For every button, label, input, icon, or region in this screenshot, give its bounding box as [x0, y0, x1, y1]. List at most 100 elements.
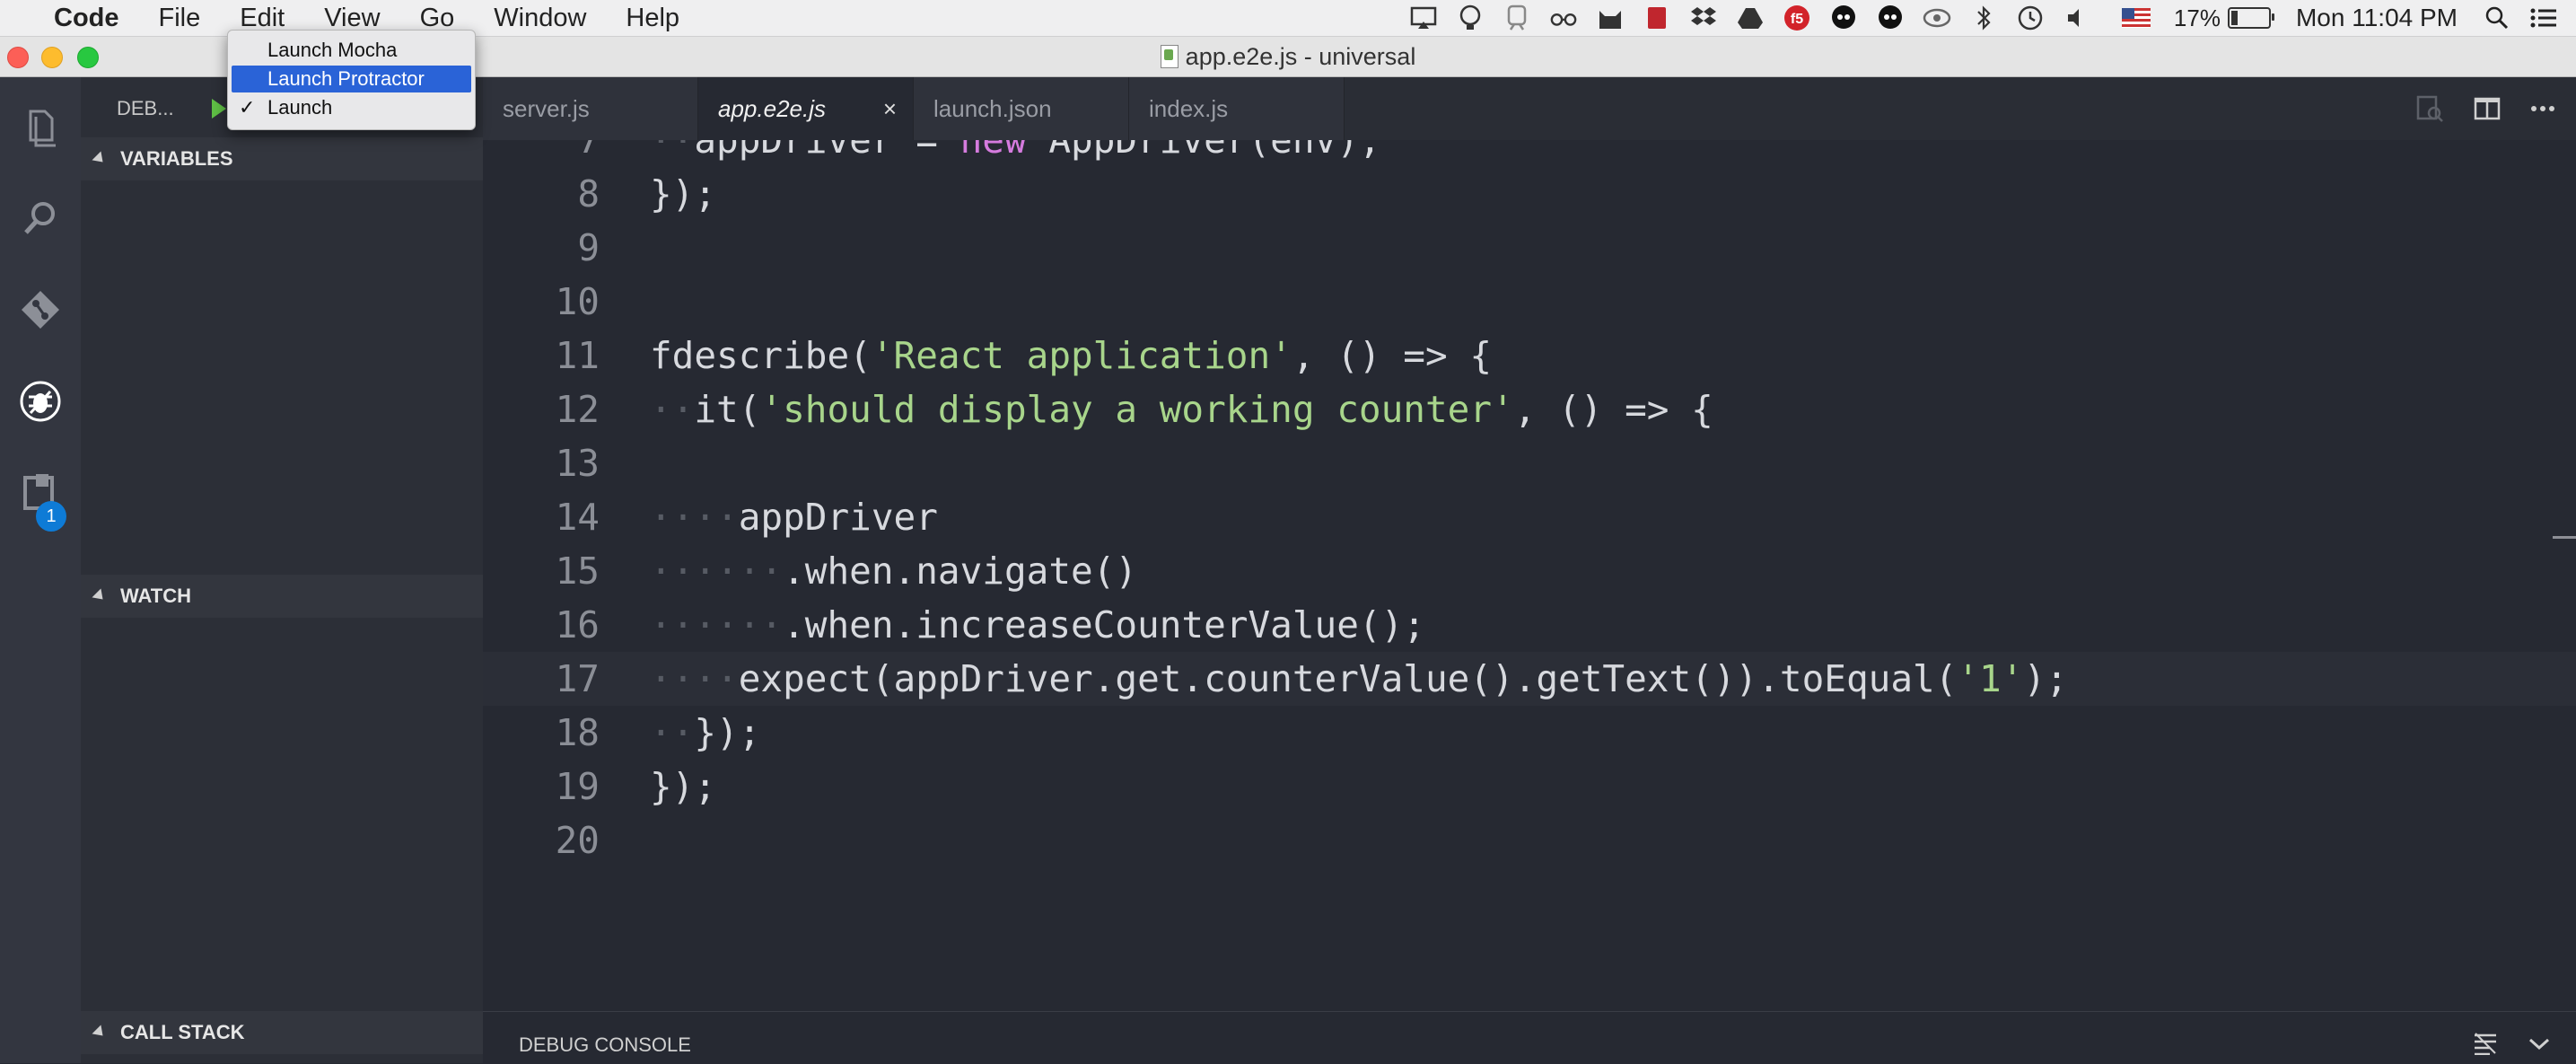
airplay-icon[interactable]: [1409, 4, 1438, 32]
clear-console-icon[interactable]: [2472, 1030, 2499, 1057]
whitespace-indicator: ······: [650, 603, 784, 646]
line-number: 18: [555, 711, 600, 754]
line-number: 19: [555, 765, 600, 808]
menu-edit[interactable]: Edit: [240, 4, 285, 33]
code-line[interactable]: 9: [483, 221, 2576, 275]
menu-app-name[interactable]: Code: [54, 4, 119, 33]
code-line[interactable]: 14 ····appDriver: [483, 490, 2576, 544]
code-token: expect(appDriver.get.counterValue().getT…: [738, 657, 1958, 700]
code-line[interactable]: 7 ··appDriver = new AppDriver(env);: [483, 140, 2576, 167]
glasses-icon[interactable]: [1549, 4, 1578, 32]
close-tab-icon[interactable]: ×: [883, 95, 897, 123]
watch-section-label: WATCH: [120, 585, 192, 607]
drive-icon[interactable]: [1736, 4, 1765, 32]
code-line[interactable]: 13: [483, 436, 2576, 490]
bulb-icon[interactable]: [1456, 4, 1485, 32]
menu-help[interactable]: Help: [626, 4, 679, 33]
line-number: 16: [555, 603, 600, 646]
spotlight-search-icon[interactable]: [2483, 4, 2511, 32]
menu-go[interactable]: Go: [420, 4, 455, 33]
search-icon[interactable]: [0, 178, 81, 259]
tab-index-js[interactable]: index.js: [1129, 77, 1345, 140]
extensions-icon[interactable]: 1: [0, 453, 81, 533]
line-number: 15: [555, 550, 600, 593]
debug-icon[interactable]: [0, 361, 81, 442]
wifi-eye-icon[interactable]: [1923, 4, 1951, 32]
hangouts-icon[interactable]: [1829, 4, 1858, 32]
code-token: , () => {: [1292, 334, 1493, 377]
menu-window[interactable]: Window: [494, 4, 586, 33]
line-number: 9: [577, 226, 600, 269]
code-editor[interactable]: 7 ··appDriver = new AppDriver(env); 8}); 9 1…: [483, 140, 2576, 1011]
code-line[interactable]: 16 ······.when.increaseCounterValue();: [483, 598, 2576, 652]
menu-file[interactable]: File: [159, 4, 201, 33]
code-line[interactable]: 18 ··});: [483, 706, 2576, 760]
tab-launch-json[interactable]: launch.json: [914, 77, 1129, 140]
code-token: });: [694, 711, 761, 754]
line-number: 20: [555, 819, 600, 862]
config-option-launch-mocha[interactable]: Launch Mocha: [232, 37, 471, 64]
tab-server-js[interactable]: server.js: [483, 77, 698, 140]
window-title: app.e2e.js - universal: [1185, 42, 1416, 70]
code-line[interactable]: 20: [483, 813, 2576, 867]
call-stack-section-label: CALL STACK: [120, 1021, 245, 1043]
collapse-triangle-icon: [92, 588, 108, 604]
line-number: 14: [555, 496, 600, 539]
extensions-badge: 1: [36, 501, 66, 532]
us-flag-icon[interactable]: [2121, 4, 2151, 32]
code-line[interactable]: 12 ··it('should display a working counter…: [483, 383, 2576, 436]
string-token: 'should display a working counter': [760, 388, 1514, 431]
code-line[interactable]: 11 fdescribe('React application', () => {: [483, 329, 2576, 383]
f5-icon[interactable]: f5: [1783, 4, 1811, 32]
code-text: ····expect(appDriver.get.counterValue().…: [650, 652, 2068, 706]
code-line[interactable]: 8});: [483, 167, 2576, 221]
checkmark-icon: ✓: [239, 96, 256, 119]
tab-label: app.e2e.js: [718, 94, 826, 122]
whitespace-indicator: ··: [650, 711, 695, 754]
code-token: });: [650, 765, 717, 808]
call-stack-section[interactable]: CALL STACK: [81, 1011, 483, 1054]
start-debugging-play-icon[interactable]: [211, 99, 226, 119]
activity-bar: 1: [0, 77, 81, 1063]
code-token: );: [2023, 657, 2068, 700]
panel-title[interactable]: DEBUG CONSOLE: [519, 1033, 691, 1057]
config-option-launch[interactable]: ✓ Launch: [232, 94, 471, 121]
collapse-triangle-icon: [92, 1024, 108, 1041]
document-icon: [1160, 45, 1178, 68]
source-control-icon[interactable]: [0, 269, 81, 350]
hangouts-alt-icon[interactable]: [1876, 4, 1905, 32]
watch-section[interactable]: WATCH: [81, 575, 483, 618]
bluetooth-icon[interactable]: [1969, 4, 1998, 32]
volume-icon[interactable]: [2063, 4, 2091, 32]
editor-tab-bar: server.js app.e2e.js × launch.json index…: [483, 77, 2576, 140]
notification-center-icon[interactable]: [2529, 4, 2558, 32]
tab-label: server.js: [503, 94, 590, 122]
code-line[interactable]: 10: [483, 275, 2576, 329]
code-text: });: [650, 760, 716, 813]
code-token: appDriver: [738, 496, 938, 539]
tab-app-e2e-js[interactable]: app.e2e.js ×: [698, 77, 914, 140]
whitespace-indicator: ····: [650, 496, 739, 539]
debug-configuration-dropdown: Launch Mocha Launch Protractor ✓ Launch: [227, 30, 476, 130]
battery-icon[interactable]: [2227, 7, 2274, 29]
more-actions-icon[interactable]: [2528, 93, 2558, 124]
code-line[interactable]: 17 ····expect(appDriver.get.counterValue(…: [483, 652, 2576, 706]
code-line[interactable]: 15 ······.when.navigate(): [483, 544, 2576, 598]
code-line[interactable]: 19});: [483, 760, 2576, 813]
menubar-clock[interactable]: Mon 11:04 PM: [2296, 4, 2458, 32]
book-icon[interactable]: [1643, 4, 1671, 32]
collapse-panel-chevron-icon[interactable]: [2526, 1030, 2553, 1057]
explorer-icon[interactable]: [0, 86, 81, 167]
svg-text:f5: f5: [1791, 12, 1803, 27]
menu-view[interactable]: View: [324, 4, 380, 33]
dropbox-icon[interactable]: [1689, 4, 1718, 32]
config-option-launch-protractor[interactable]: Launch Protractor: [232, 66, 471, 92]
open-changes-icon[interactable]: [2414, 93, 2445, 124]
cat-icon[interactable]: [1596, 4, 1625, 32]
variables-section[interactable]: VARIABLES: [81, 137, 483, 180]
split-editor-icon[interactable]: [2472, 93, 2502, 124]
train-icon[interactable]: [1503, 4, 1531, 32]
time-machine-icon[interactable]: [2016, 4, 2045, 32]
code-token: .when.increaseCounterValue();: [783, 603, 1425, 646]
code-token: , () => {: [1513, 388, 1713, 431]
